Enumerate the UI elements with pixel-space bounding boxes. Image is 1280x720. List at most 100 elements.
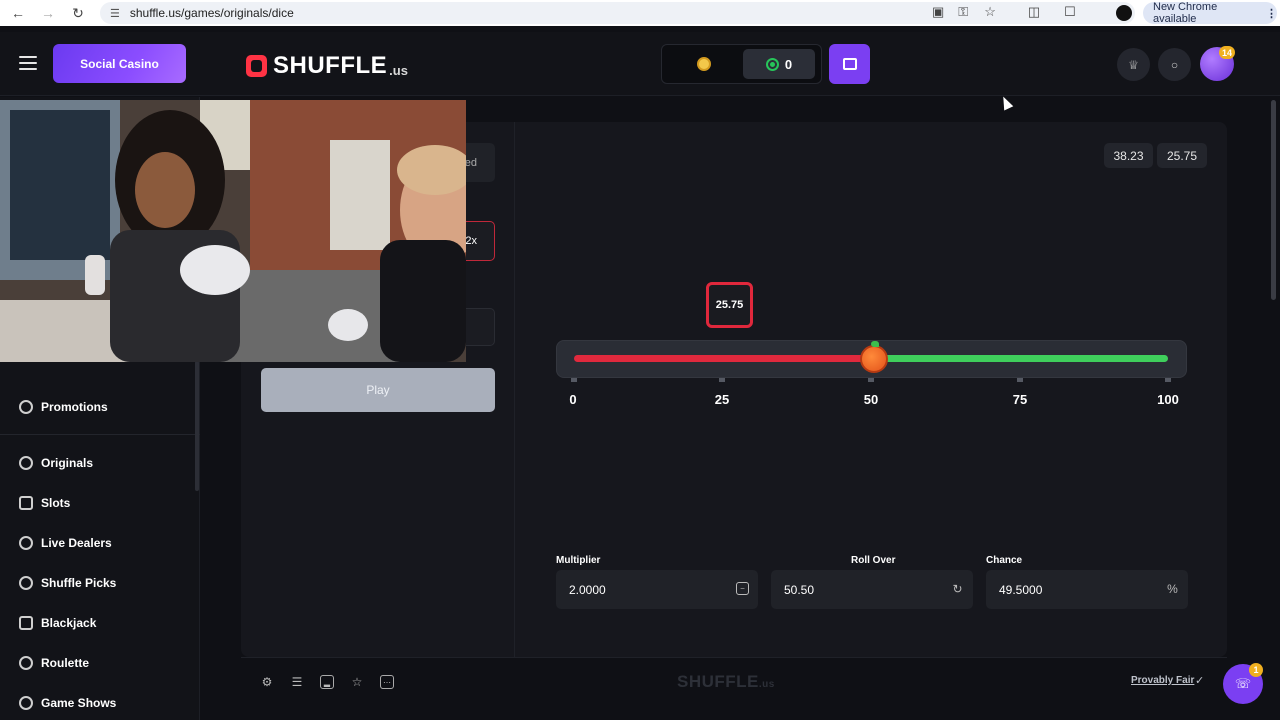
scale-tick bbox=[1165, 378, 1171, 382]
sidebar-item-label: Shuffle Picks bbox=[41, 576, 117, 590]
footer-logo: SHUFFLE.us bbox=[677, 672, 775, 692]
scale-tick bbox=[1017, 378, 1023, 382]
sidebar-item-label: Live Dealers bbox=[41, 536, 112, 550]
sweeps-coin-icon bbox=[765, 57, 779, 71]
profile-icon[interactable] bbox=[1116, 5, 1132, 21]
chance-label: Chance bbox=[986, 555, 1023, 566]
vip-crown-button[interactable]: ♕ bbox=[1117, 48, 1150, 81]
balance-value: 0 bbox=[784, 56, 793, 72]
swap-refresh-icon[interactable]: ↻ bbox=[951, 582, 964, 596]
footer-logo-suffix: .us bbox=[758, 679, 775, 690]
sidebar-item-promotions[interactable]: Promotions bbox=[19, 400, 108, 414]
shuffle-picks-icon bbox=[19, 576, 33, 590]
scale-label: 25 bbox=[714, 392, 730, 407]
forward-icon[interactable]: → bbox=[33, 0, 63, 26]
scale-label: 0 bbox=[569, 392, 577, 407]
slots-icon bbox=[19, 496, 33, 510]
wallet-button[interactable] bbox=[829, 44, 870, 84]
keyboard-icon[interactable]: ⋯ bbox=[380, 675, 394, 689]
logo-text: SHUFFLE bbox=[273, 52, 388, 79]
roll-over-field[interactable]: 50.50 ↻ bbox=[771, 570, 973, 609]
tab-search-icon[interactable]: ☐ bbox=[1064, 4, 1076, 20]
webcam-image bbox=[0, 100, 466, 362]
wallet-icon bbox=[842, 58, 857, 70]
sidebar-item-label: Originals bbox=[41, 456, 94, 470]
history-chip[interactable]: 38.23 bbox=[1104, 143, 1153, 168]
live-dealers-icon bbox=[19, 536, 33, 550]
settings-gear-icon[interactable]: ⚙ bbox=[260, 675, 274, 689]
sidebar-item-label: Game Shows bbox=[41, 696, 117, 710]
percent-suffix: % bbox=[1167, 581, 1178, 596]
sidebar-item-label: Promotions bbox=[41, 400, 108, 414]
site-settings-icon[interactable]: ☰ bbox=[110, 7, 120, 20]
gold-coins-balance[interactable]: 0 bbox=[743, 49, 815, 79]
page-scrollbar[interactable] bbox=[1271, 100, 1276, 300]
chat-icon: ○ bbox=[1170, 57, 1179, 72]
shuffle-logo-icon bbox=[246, 55, 267, 77]
social-casino-button[interactable]: Social Casino bbox=[53, 44, 186, 83]
url-text: shuffle.us/games/originals/dice bbox=[129, 6, 294, 20]
headset-icon: ☏ bbox=[1234, 676, 1252, 691]
footer-logo-text: SHUFFLE bbox=[677, 672, 759, 691]
slider-handle[interactable] bbox=[859, 341, 888, 373]
scale-tick bbox=[868, 378, 874, 382]
update-chrome-button[interactable]: New Chrome available ⋮ bbox=[1143, 1, 1277, 25]
hamburger-menu-icon[interactable] bbox=[19, 56, 37, 70]
calculator-icon[interactable]: − bbox=[736, 582, 749, 595]
sidebar-item-slots[interactable]: Slots bbox=[19, 496, 70, 510]
scale-label: 50 bbox=[863, 392, 879, 407]
avatar-notification-badge: 14 bbox=[1219, 46, 1236, 59]
sidebar-item-label: Blackjack bbox=[41, 616, 97, 630]
chance-value: 49.5000 bbox=[999, 582, 1043, 597]
gold-coin-icon[interactable] bbox=[697, 57, 711, 71]
roll-result-marker: 25.75 bbox=[706, 282, 753, 328]
browser-toolbar: ← → ↻ ☰ shuffle.us/games/originals/dice … bbox=[0, 0, 1280, 26]
sidebar-item-blackjack[interactable]: Blackjack bbox=[19, 616, 96, 630]
checkmark-icon: ✓ bbox=[1195, 675, 1205, 687]
logo-suffix: .us bbox=[389, 62, 408, 78]
blackjack-icon bbox=[19, 616, 33, 630]
scale-label: 75 bbox=[1012, 392, 1028, 407]
extensions-icon[interactable]: ◫ bbox=[1028, 4, 1040, 20]
sidebar-scrollbar[interactable] bbox=[195, 361, 199, 491]
provably-fair-link[interactable]: Provably Fair bbox=[1131, 675, 1194, 686]
win-range-bar bbox=[873, 355, 1168, 362]
sidebar-item-shuffle-picks[interactable]: Shuffle Picks bbox=[19, 576, 116, 590]
sidebar-item-originals[interactable]: Originals bbox=[19, 456, 93, 470]
sidebar-item-live-dealers[interactable]: Live Dealers bbox=[19, 536, 112, 550]
update-chrome-label: New Chrome available bbox=[1153, 1, 1218, 25]
favorite-star-icon[interactable]: ☆ bbox=[350, 675, 364, 689]
support-notification-badge: 1 bbox=[1249, 663, 1263, 677]
chart-icon[interactable]: ▂ bbox=[320, 675, 334, 689]
install-icon[interactable]: ▣ bbox=[932, 4, 944, 20]
menu-dots-icon: ⋮ bbox=[1266, 7, 1277, 20]
roulette-icon bbox=[19, 656, 33, 670]
live-stats-icon[interactable]: ☰ bbox=[290, 675, 304, 689]
site-header: Social Casino SHUFFLE .us 0 ♕ ○ 14 bbox=[0, 32, 1280, 96]
scale-tick bbox=[571, 378, 577, 382]
scale-label: 100 bbox=[1157, 392, 1179, 407]
chance-field[interactable]: 49.5000 % bbox=[986, 570, 1188, 609]
originals-icon bbox=[19, 456, 33, 470]
balance-selector[interactable]: 0 bbox=[661, 44, 822, 84]
lose-range-bar bbox=[574, 355, 874, 362]
shuffle-logo[interactable]: SHUFFLE .us bbox=[246, 52, 408, 80]
chat-button[interactable]: ○ bbox=[1158, 48, 1191, 81]
roll-over-label: Roll Over bbox=[851, 555, 896, 566]
back-icon[interactable]: ← bbox=[3, 0, 33, 26]
multiplier-value: 2.0000 bbox=[569, 582, 606, 597]
mouse-cursor bbox=[998, 94, 1014, 111]
multiplier-field[interactable]: 2.0000 − bbox=[556, 570, 758, 609]
roll-over-value: 50.50 bbox=[784, 582, 815, 597]
scale-tick bbox=[719, 378, 725, 382]
reload-icon[interactable]: ↻ bbox=[63, 0, 93, 26]
multiplier-label: Multiplier bbox=[556, 555, 601, 566]
crown-icon: ♕ bbox=[1128, 57, 1139, 72]
play-button[interactable]: Play bbox=[261, 368, 495, 412]
sidebar-item-label: Slots bbox=[41, 496, 71, 510]
bookmark-star-icon[interactable]: ☆ bbox=[984, 4, 996, 20]
password-key-icon[interactable]: ⚿ bbox=[958, 4, 968, 20]
sidebar-item-roulette[interactable]: Roulette bbox=[19, 656, 89, 670]
history-chip[interactable]: 25.75 bbox=[1157, 143, 1207, 168]
sidebar-item-game-shows[interactable]: Game Shows bbox=[19, 696, 116, 710]
